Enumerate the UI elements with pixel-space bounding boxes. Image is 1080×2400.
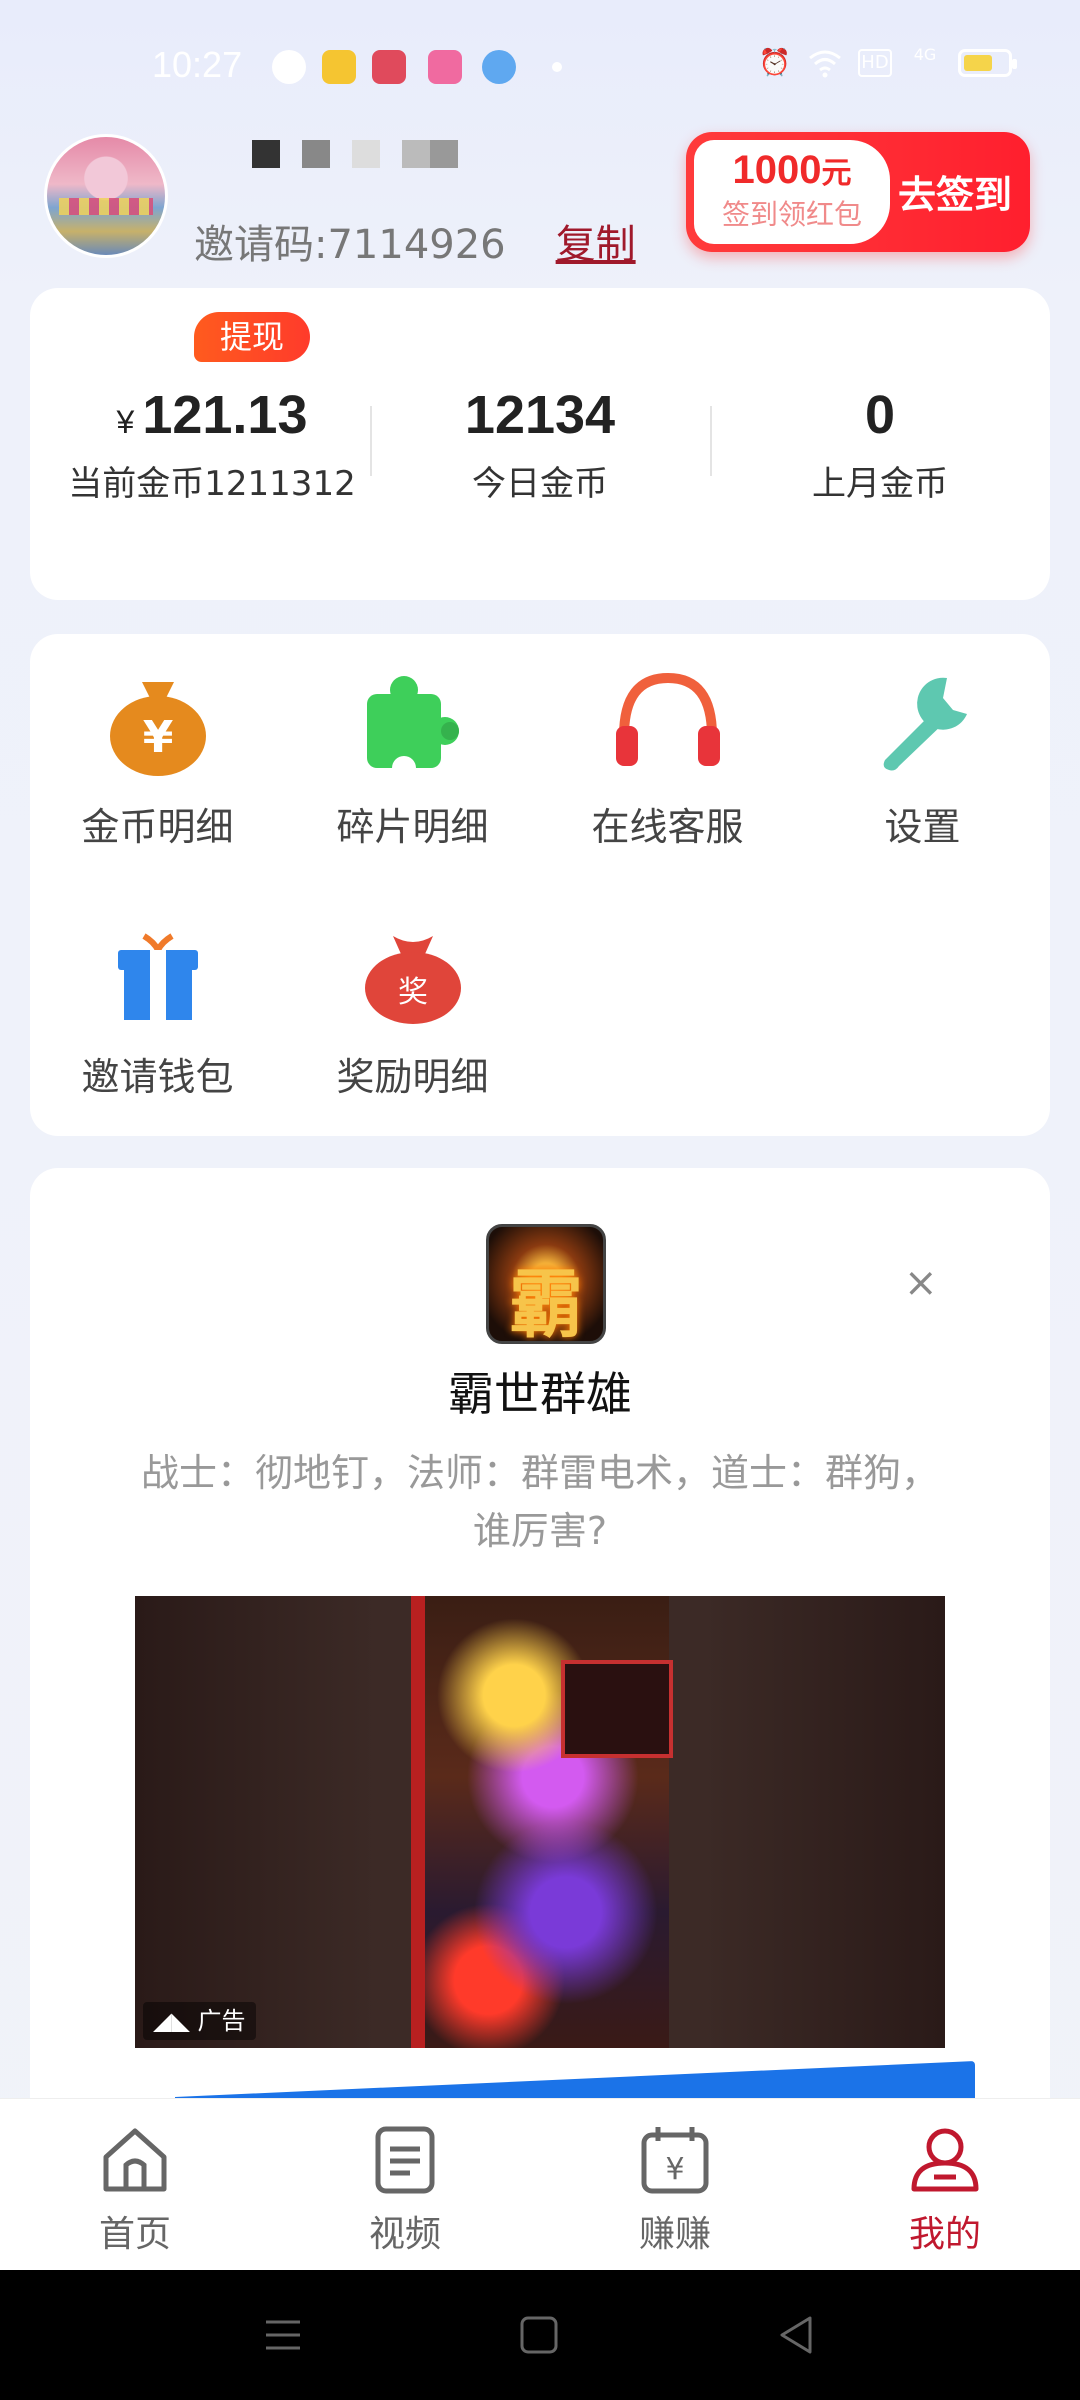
notification-icon (482, 50, 516, 84)
more-notifications-icon (552, 62, 562, 72)
battery-icon (958, 49, 1017, 77)
ad-app-glyph: 霸 (509, 1262, 583, 1344)
gift-icon (117, 933, 198, 1020)
menu-label: 设置 (884, 805, 961, 849)
back-icon[interactable] (772, 2310, 822, 2360)
reward-bag-icon: 奖 (364, 936, 461, 1024)
ad-video-frame (411, 1596, 673, 2048)
puzzle-icon (366, 676, 459, 780)
today-coins-value: 12134 (464, 385, 616, 445)
last-month-coins-label: 上月金币 (812, 464, 948, 504)
coin-stats-card: 提现 ¥121.13 当前金币1211312 12134 今日金币 0 上月金币 (30, 288, 1050, 600)
nav-label: 赚赚 (638, 2214, 711, 2255)
headphones-icon (615, 672, 720, 766)
profile-screen: 10:27 ⏰ HD 4G 邀请码:7114926 复制 1000元 签到领红包… (0, 0, 1080, 2400)
feature-menu-card: ¥ 金币明细 碎片明细 在线客服 设置 邀请钱包 奖 奖励明细 (30, 634, 1050, 1136)
ad-video[interactable]: ◢◣ 广告 (135, 1596, 945, 2048)
sign-in-subtitle: 签到领红包 (721, 198, 862, 231)
sign-in-amount: 1000元 (732, 148, 852, 192)
hd-icon: HD (858, 49, 892, 77)
calendar-yen-icon: ¥ (641, 2127, 709, 2194)
sign-in-button[interactable]: 1000元 签到领红包 去签到 (686, 132, 1030, 252)
balance-stat[interactable]: ¥121.13 当前金币1211312 (42, 384, 382, 505)
notification-icon (372, 50, 406, 84)
svg-text:¥: ¥ (142, 712, 173, 763)
menu-label: 金币明细 (81, 805, 234, 849)
notification-icon (272, 50, 306, 84)
nav-label: 我的 (908, 2214, 981, 2255)
notification-icon (428, 50, 462, 84)
sign-in-label: 去签到 (898, 173, 1013, 217)
nav-tab-mine[interactable]: 我的 (810, 2123, 1080, 2257)
menu-label: 在线客服 (591, 805, 744, 849)
wifi-icon (808, 48, 842, 78)
profile-icon (911, 2128, 979, 2192)
last-month-coins-value: 0 (864, 385, 896, 445)
svg-text:¥: ¥ (665, 2152, 684, 2187)
svg-text:奖: 奖 (398, 975, 428, 1010)
menu-item-coin-details[interactable]: ¥ 金币明细 (30, 664, 285, 851)
home-button-icon[interactable] (514, 2310, 564, 2360)
nav-label: 首页 (98, 2214, 171, 2255)
menu-label: 邀请钱包 (81, 1055, 234, 1099)
menu-label: 碎片明细 (336, 805, 489, 849)
signal-icon: 4G (913, 45, 937, 64)
username-redacted (252, 140, 458, 168)
money-bag-icon: ¥ (109, 682, 206, 776)
today-coins-stat: 12134 今日金币 (370, 384, 710, 505)
nav-tab-earn[interactable]: ¥ 赚赚 (540, 2123, 810, 2257)
system-nav-bar (0, 2270, 1080, 2400)
home-icon (103, 2128, 167, 2192)
ad-app-icon[interactable]: 霸 (486, 1224, 606, 1344)
menu-icon[interactable] (258, 2310, 308, 2360)
menu-item-fragment-details[interactable]: 碎片明细 (285, 664, 540, 851)
wrench-icon (883, 677, 967, 771)
close-icon[interactable]: × (904, 1260, 938, 1306)
ad-label: ◢◣ 广告 (143, 2002, 256, 2040)
nav-tab-home[interactable]: 首页 (0, 2123, 270, 2257)
balance-value: ¥121.13 (116, 385, 308, 445)
ad-description: 战士：彻地钉，法师：群雷电术，道士：群狗，谁厉害? (140, 1451, 939, 1553)
alarm-icon: ⏰ (758, 48, 792, 78)
invite-code-row: 邀请码:7114926 复制 (194, 212, 636, 270)
menu-item-settings[interactable]: 设置 (795, 664, 1050, 851)
menu-item-reward-details[interactable]: 奖 奖励明细 (285, 914, 540, 1101)
menu-item-customer-service[interactable]: 在线客服 (540, 664, 795, 851)
nav-label: 视频 (368, 2214, 441, 2255)
copy-invite-code-link[interactable]: 复制 (556, 212, 636, 270)
invite-code: 邀请码:7114926 (194, 222, 506, 268)
notification-icon (322, 50, 356, 84)
today-coins-label: 今日金币 (472, 464, 608, 504)
withdraw-button[interactable]: 提现 (194, 312, 310, 362)
status-bar: 10:27 ⏰ HD 4G (0, 0, 1080, 120)
menu-label: 奖励明细 (336, 1055, 489, 1099)
status-icons: ⏰ HD 4G (758, 45, 1017, 78)
ad-title: 霸世群雄 (448, 1367, 632, 1421)
menu-item-invite-wallet[interactable]: 邀请钱包 (30, 914, 285, 1101)
avatar[interactable] (44, 134, 168, 258)
last-month-coins-stat: 0 上月金币 (710, 384, 1050, 505)
status-time: 10:27 (152, 44, 243, 85)
nav-tab-video[interactable]: 视频 (270, 2123, 540, 2257)
sign-in-reward: 1000元 签到领红包 (694, 140, 890, 244)
bottom-nav: 首页 视频 ¥ 赚赚 我的 (0, 2098, 1080, 2270)
balance-label: 当前金币1211312 (68, 464, 356, 504)
document-icon (375, 2126, 435, 2194)
